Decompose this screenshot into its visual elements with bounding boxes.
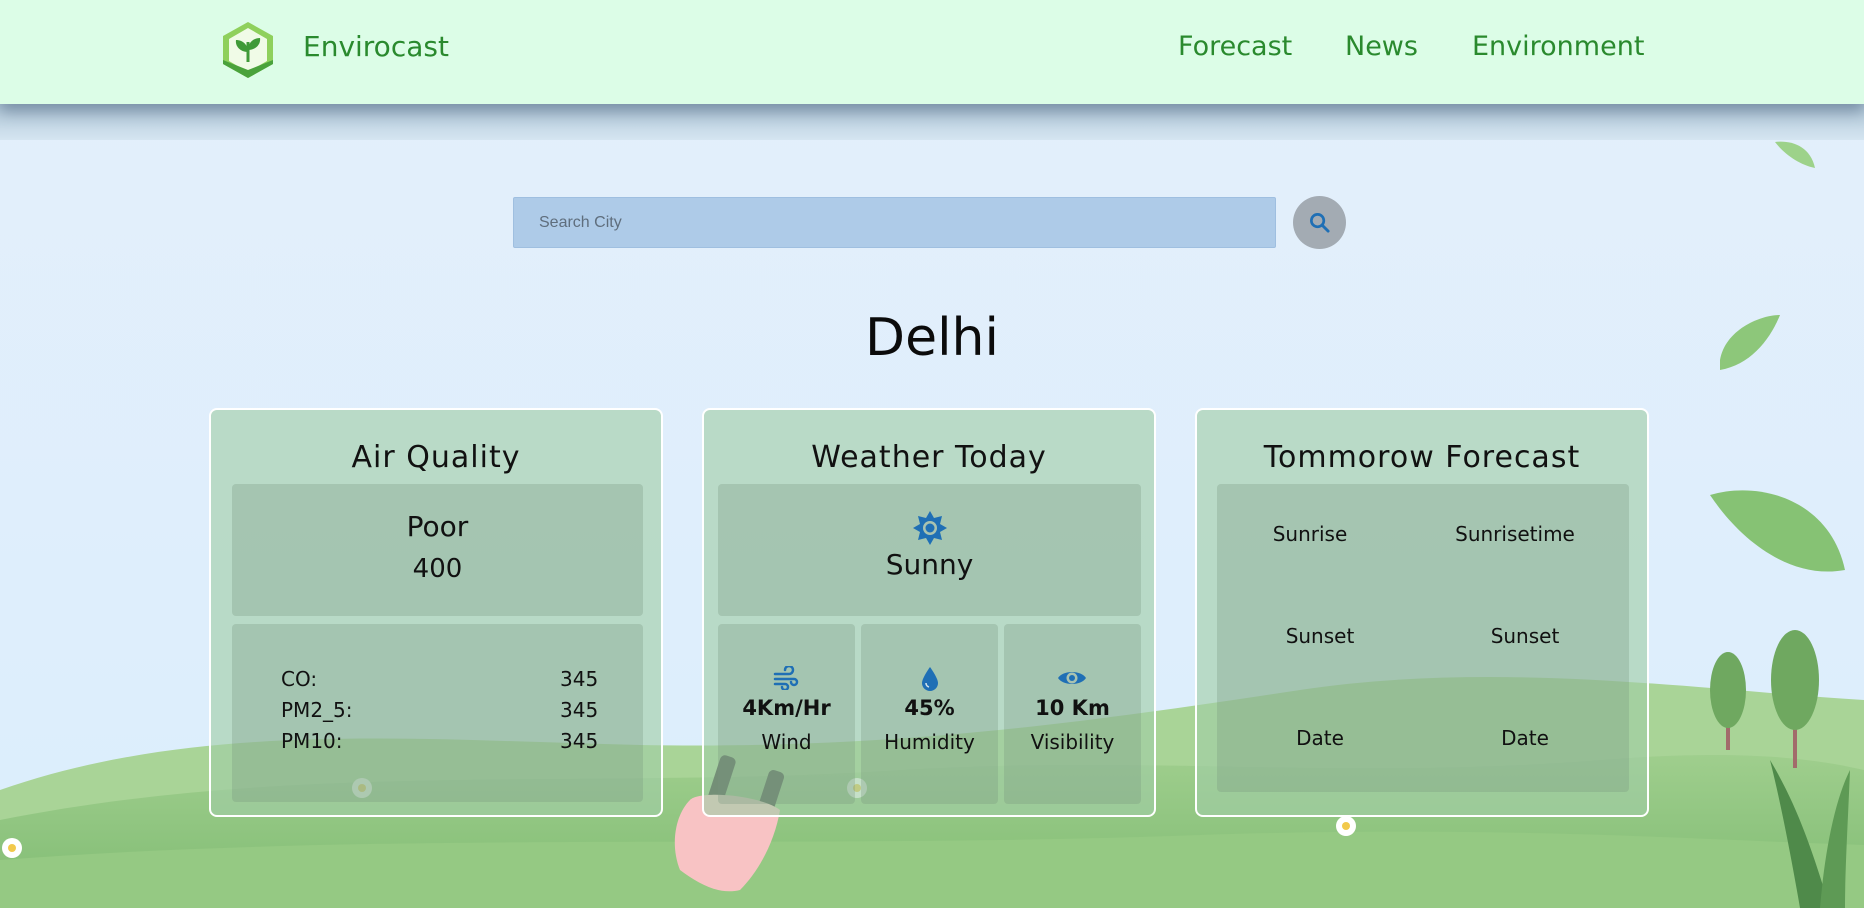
aqi-panel: Poor 400 (232, 484, 643, 616)
humidity-label: Humidity (884, 730, 975, 754)
pollutant-value: 345 (560, 729, 599, 753)
nav-link-environment[interactable]: Environment (1472, 31, 1644, 62)
brand-name[interactable]: Envirocast (303, 30, 449, 63)
eye-icon (1058, 672, 1086, 684)
humidity-value: 45% (904, 696, 955, 720)
pollutants-panel: CO: 345 PM2_5: 345 PM10: 345 (232, 624, 643, 802)
search-button[interactable] (1293, 196, 1346, 249)
forecast-value: Sunset (1490, 624, 1560, 648)
visibility-panel: 10 Km Visibility (1004, 624, 1141, 804)
forecast-value: Date (1501, 726, 1549, 750)
air-quality-title: Air Quality (351, 440, 521, 475)
forecast-label: Date (1296, 726, 1344, 750)
navbar: Envirocast Forecast News Environment (0, 0, 1864, 104)
pollutant-label: PM2_5: (281, 698, 353, 722)
search-input[interactable] (513, 197, 1276, 248)
leaf-hexagon-icon[interactable] (220, 20, 276, 80)
city-name: Delhi (865, 308, 999, 368)
aqi-status: Poor (406, 510, 469, 543)
forecast-title: Tommorow Forecast (1263, 440, 1581, 475)
weather-condition: Sunny (885, 548, 974, 581)
header-shadow-band (0, 104, 1864, 140)
search-icon (1310, 213, 1330, 233)
condition-panel: Sunny (718, 484, 1141, 616)
forecast-label: Sunrise (1272, 522, 1348, 546)
aqi-value: 400 (412, 554, 463, 584)
weather-title: Weather Today (811, 440, 1047, 475)
nav-link-news[interactable]: News (1345, 31, 1418, 62)
air-quality-card: Air Quality Poor 400 CO: 345 PM2_5: 345 … (209, 408, 663, 817)
forecast-panel: Sunrise Sunrisetime Sunset Sunset Date D… (1217, 484, 1629, 792)
visibility-value: 10 Km (1035, 696, 1110, 720)
pollutant-label: CO: (281, 667, 318, 691)
pollutant-label: PM10: (281, 729, 343, 753)
pollutant-value: 345 (560, 698, 599, 722)
wind-icon (773, 666, 799, 690)
sun-icon (913, 511, 947, 545)
wind-value: 4Km/Hr (742, 696, 831, 720)
droplet-icon (922, 667, 938, 691)
pollutant-value: 345 (560, 667, 599, 691)
humidity-panel: 45% Humidity (861, 624, 998, 804)
forecast-value: Sunrisetime (1455, 522, 1575, 546)
wind-panel: 4Km/Hr Wind (718, 624, 855, 804)
nav-link-forecast[interactable]: Forecast (1178, 31, 1292, 62)
visibility-label: Visibility (1030, 730, 1115, 754)
weather-today-card: Weather Today Sunny 4Km/Hr Wind 45% Humi… (702, 408, 1156, 817)
tomorrow-forecast-card: Tommorow Forecast Sunrise Sunrisetime Su… (1195, 408, 1649, 817)
wind-label: Wind (761, 730, 812, 754)
forecast-label: Sunset (1285, 624, 1355, 648)
